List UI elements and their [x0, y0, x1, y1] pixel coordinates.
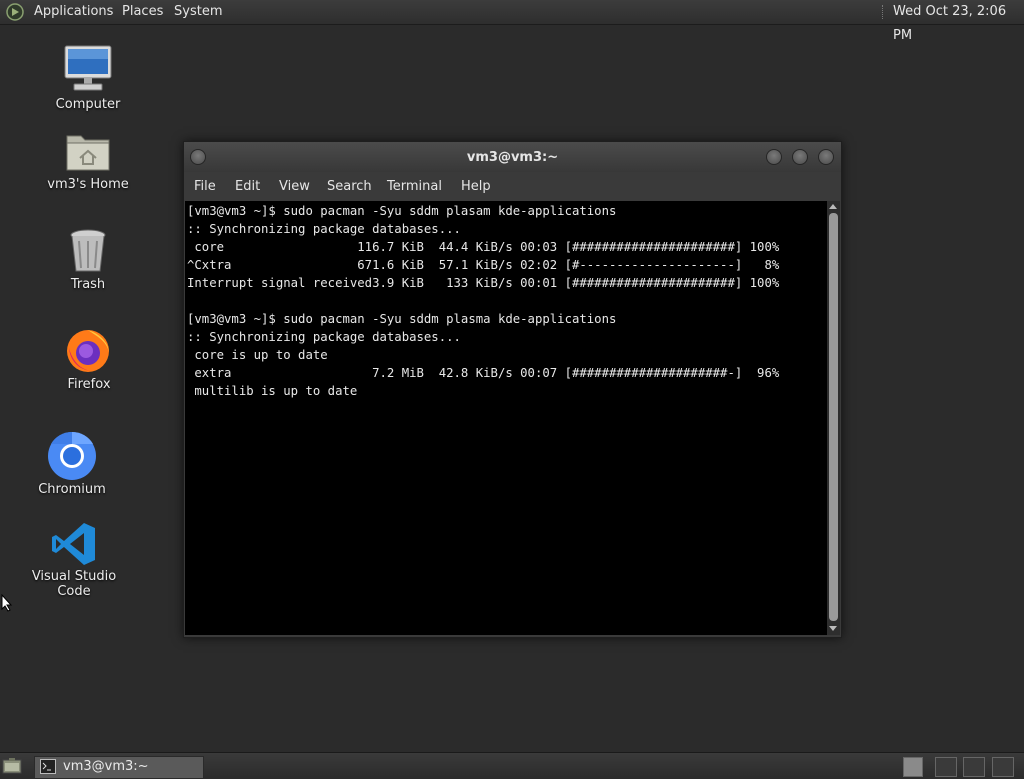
- desktop-icon-trash[interactable]: Trash: [28, 228, 148, 296]
- terminal-line: Interrupt signal received3.9 KiB 133 KiB…: [187, 276, 780, 290]
- desktop-icon-vscode[interactable]: Visual Studio Code: [14, 520, 134, 599]
- taskbar-window-label: vm3@vm3:~: [63, 759, 149, 774]
- desktop-icon-home[interactable]: vm3's Home: [28, 128, 148, 196]
- scroll-down-icon[interactable]: [829, 626, 837, 631]
- terminal-line: multilib is up to date: [187, 384, 358, 398]
- chromium-icon: [48, 431, 96, 480]
- menu-search[interactable]: Search: [327, 179, 372, 194]
- clock[interactable]: Wed Oct 23, 2:06 PM: [893, 0, 1024, 43]
- terminal-icon: [40, 759, 56, 774]
- applications-logo-icon[interactable]: [6, 3, 24, 21]
- panel-separator: [882, 5, 885, 19]
- applications-menu[interactable]: Applications: [34, 0, 113, 24]
- workspace-4[interactable]: [992, 757, 1014, 777]
- trash-icon: [70, 229, 106, 272]
- desktop-icon-chromium[interactable]: Chromium: [12, 430, 132, 500]
- menu-edit[interactable]: Edit: [235, 179, 260, 194]
- menu-view[interactable]: View: [279, 179, 310, 194]
- terminal-line: :: Synchronizing package databases...: [187, 222, 461, 236]
- desktop-icon-computer[interactable]: Computer: [28, 44, 148, 116]
- menu-help[interactable]: Help: [461, 179, 491, 194]
- desktop-icon-firefox[interactable]: Firefox: [29, 326, 149, 394]
- terminal-line: core is up to date: [187, 348, 328, 362]
- system-menu[interactable]: System: [174, 0, 222, 24]
- places-menu[interactable]: Places: [122, 0, 163, 24]
- workspace-2[interactable]: [935, 757, 957, 777]
- terminal-scrollbar[interactable]: [827, 201, 840, 635]
- show-desktop-icon[interactable]: [2, 756, 22, 776]
- terminal-window[interactable]: vm3@vm3:~ File Edit View Search Terminal…: [183, 141, 842, 638]
- mouse-cursor-icon: [1, 594, 13, 612]
- menu-terminal[interactable]: Terminal: [387, 179, 442, 194]
- desktop-icon-label: Computer: [55, 97, 121, 112]
- desktop-icon-label: Trash: [70, 277, 106, 292]
- terminal-titlebar[interactable]: vm3@vm3:~: [184, 142, 841, 172]
- scroll-up-icon[interactable]: [829, 204, 837, 209]
- terminal-line: [vm3@vm3 ~]$ sudo pacman -Syu sddm plasm…: [187, 312, 617, 326]
- desktop-icon-label: Firefox: [67, 377, 111, 392]
- terminal-line: extra 7.2 MiB 42.8 KiB/s 00:07 [########…: [187, 366, 780, 380]
- terminal-line: ^Cxtra 671.6 KiB 57.1 KiB/s 02:02 [#----…: [187, 258, 780, 272]
- maximize-button[interactable]: [792, 149, 808, 165]
- terminal-line: core 116.7 KiB 44.4 KiB/s 00:03 [#######…: [187, 240, 780, 254]
- scrollbar-thumb[interactable]: [829, 213, 838, 621]
- vscode-icon: [52, 523, 95, 565]
- window-title: vm3@vm3:~: [466, 150, 559, 165]
- workspace-3[interactable]: [963, 757, 985, 777]
- computer-icon: [64, 45, 112, 91]
- terminal-line: [vm3@vm3 ~]$ sudo pacman -Syu sddm plasa…: [187, 204, 617, 218]
- taskbar-window-button[interactable]: vm3@vm3:~: [34, 756, 204, 779]
- close-button[interactable]: [818, 149, 834, 165]
- desktop-icon-label: Chromium: [38, 482, 106, 497]
- bottom-panel: vm3@vm3:~: [0, 752, 1024, 779]
- menu-file[interactable]: File: [194, 179, 216, 194]
- terminal-menubar: File Edit View Search Terminal Help: [184, 172, 841, 200]
- minimize-button[interactable]: [766, 149, 782, 165]
- desktop-icon-label: Visual Studio Code: [31, 569, 117, 599]
- workspace-1[interactable]: [903, 757, 923, 777]
- terminal-output[interactable]: [vm3@vm3 ~]$ sudo pacman -Syu sddm plasa…: [185, 201, 827, 635]
- terminal-line: :: Synchronizing package databases...: [187, 330, 461, 344]
- firefox-icon: [67, 330, 109, 372]
- desktop-icon-label: vm3's Home: [47, 177, 129, 192]
- home-folder-icon: [66, 135, 110, 171]
- top-panel: Applications Places System Wed Oct 23, 2…: [0, 0, 1024, 43]
